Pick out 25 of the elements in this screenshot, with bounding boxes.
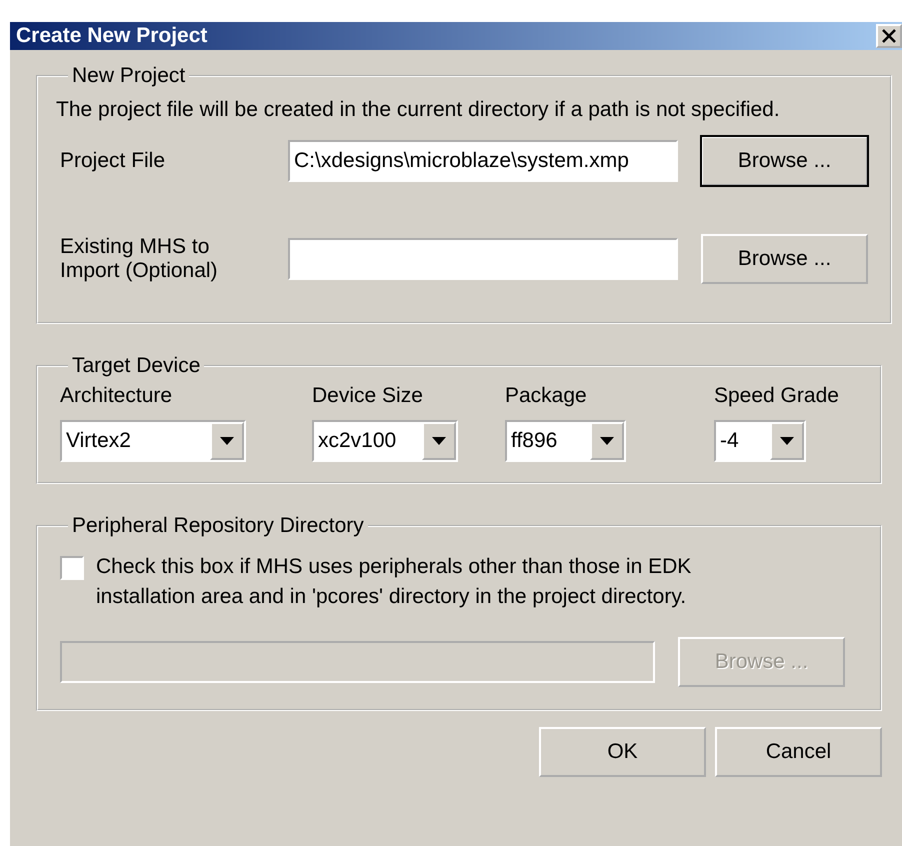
browse-button[interactable]: Browse ... — [701, 136, 868, 186]
input-field[interactable] — [288, 238, 678, 280]
group-title: New Project — [71, 64, 186, 88]
dropdown[interactable]: -4 — [714, 420, 806, 462]
dropdown[interactable]: Virtex2 — [60, 420, 246, 462]
field-label: Existing MHS to Import (Optional) — [60, 234, 219, 284]
dropdown-label: Package — [505, 384, 588, 408]
dropdown[interactable]: ff896 — [505, 420, 626, 462]
checkbox-label: Check this box if MHS uses peripherals other than those in EDK installation area and in 'pcores' directory in the project directory. — [96, 554, 692, 610]
group-title: Peripheral Repository Directory — [71, 514, 365, 538]
dialog-button[interactable]: Cancel — [715, 726, 882, 777]
browse-button[interactable]: Browse ... — [701, 234, 868, 284]
dropdown-label: Speed Grade — [714, 384, 840, 408]
group-title: Target Device — [71, 354, 202, 378]
dropdown-label: Architecture — [60, 384, 174, 408]
info-text: The project file will be created in the current directory if a path is not specified. — [56, 98, 781, 122]
window-title: Create New Project — [16, 24, 208, 48]
dropdown[interactable]: xc2v100 — [312, 420, 458, 462]
field-label: Project File — [60, 148, 166, 174]
close-icon — [881, 29, 897, 43]
checkbox[interactable] — [60, 556, 84, 580]
close-button[interactable] — [876, 24, 902, 48]
dropdown-label: Device Size — [312, 384, 424, 408]
dialog-button[interactable]: OK — [539, 726, 706, 777]
input-field[interactable]: C:\xdesigns\microblaze\system.xmp — [288, 140, 678, 182]
